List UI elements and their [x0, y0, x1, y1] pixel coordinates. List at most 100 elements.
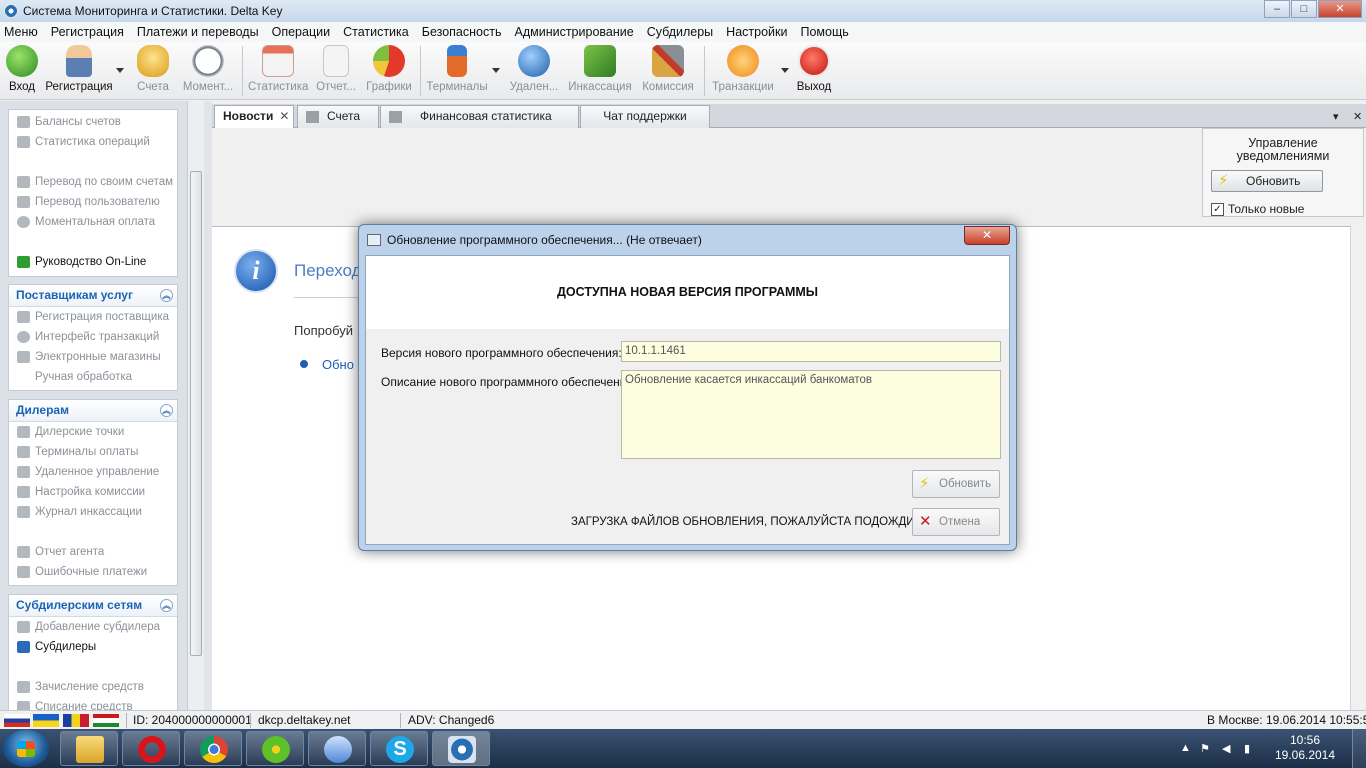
icq-flower-icon — [262, 736, 290, 763]
toolbar-separator — [420, 46, 421, 96]
start-button[interactable] — [3, 730, 49, 767]
sidebar-item-funds-credit[interactable]: Зачисление средств — [9, 677, 177, 697]
collapse-icon[interactable]: ︽ — [160, 599, 173, 612]
refresh-notifications-button[interactable]: ⚡ Обновить — [1211, 170, 1323, 192]
status-id: ID: 204000000000001 — [133, 713, 252, 727]
menu-administration[interactable]: Администрирование — [514, 25, 633, 39]
taskbar-explorer[interactable] — [60, 731, 118, 766]
collapse-icon[interactable]: ︽ — [160, 404, 173, 417]
sidebar-item-user-transfer[interactable]: Перевод пользователю — [9, 192, 177, 212]
reports-button[interactable]: Отчет... — [314, 45, 358, 99]
menu-settings[interactable]: Настройки — [726, 25, 787, 39]
momentary-payment-button[interactable]: Момент... — [182, 45, 234, 99]
sidebar-item-error-payments[interactable]: Ошибочные платежи — [9, 562, 177, 582]
sidebar-item-subdealers[interactable]: Субдилеры — [9, 637, 177, 657]
menu-help[interactable]: Помощь — [800, 25, 848, 39]
tab-support-chat[interactable]: Чат поддержки — [580, 105, 710, 128]
menu-operations[interactable]: Операции — [272, 25, 330, 39]
exit-button[interactable]: Выход — [794, 45, 834, 99]
volume-icon[interactable]: ◀ — [1222, 742, 1236, 755]
sidebar-scrollbar[interactable] — [187, 101, 204, 710]
registration-dropdown-icon[interactable] — [116, 68, 124, 73]
sidebar-item-funds-debit[interactable]: Списание средств — [9, 697, 177, 710]
sidebar-item-e-shops[interactable]: Электронные магазины — [9, 347, 177, 367]
sidebar-item-account-balances[interactable]: Балансы счетов — [9, 112, 177, 132]
dialog-close-button[interactable]: ✕ — [964, 226, 1010, 245]
maximize-button[interactable]: □ — [1291, 0, 1317, 18]
close-all-tabs-icon[interactable]: ✕ — [1353, 110, 1362, 123]
menu-main[interactable]: Меню — [4, 25, 38, 39]
menu-security[interactable]: Безопасность — [422, 25, 502, 39]
taskbar-app-psi[interactable] — [308, 731, 366, 766]
tab-menu-dropdown-icon[interactable]: ▾ — [1333, 110, 1339, 123]
cancel-button[interactable]: ✕ Отмена — [912, 508, 1000, 536]
clock-date: 19.06.2014 — [1274, 748, 1336, 762]
sidebar-scroll-thumb[interactable] — [190, 171, 202, 656]
clock[interactable]: 10:56 19.06.2014 — [1270, 733, 1340, 763]
status-bar: ID: 204000000000001 dkcp.deltakey.net AD… — [0, 710, 1366, 729]
russia-flag-icon[interactable] — [4, 714, 30, 727]
tab-news[interactable]: Новости ✕ — [214, 105, 294, 129]
content-scrollbar[interactable] — [1350, 226, 1366, 710]
show-hidden-icons[interactable]: ▲ — [1180, 742, 1194, 754]
taskbar-opera[interactable] — [122, 731, 180, 766]
show-desktop-button[interactable] — [1352, 729, 1366, 768]
terminals-button[interactable]: Терминалы — [426, 45, 488, 99]
close-tab-icon[interactable]: ✕ — [279, 109, 289, 123]
terminals-dropdown-icon[interactable] — [492, 68, 500, 73]
update-link[interactable]: Обно — [322, 357, 354, 372]
sidebar-item-dealer-points[interactable]: Дилерские точки — [9, 422, 177, 442]
network-icon[interactable]: ▮ — [1244, 742, 1258, 755]
transactions-button[interactable]: Транзакции — [710, 45, 776, 99]
flag-icon[interactable]: ⚑ — [1200, 742, 1214, 755]
sidebar-item-remote-control[interactable]: Удаленное управление — [9, 462, 177, 482]
statistics-button[interactable]: Статистика — [248, 45, 308, 99]
sidebar-item-provider-registration[interactable]: Регистрация поставщика — [9, 307, 177, 327]
remote-control-button[interactable]: Удален... — [508, 45, 560, 99]
version-field[interactable]: 10.1.1.1461 — [621, 341, 1001, 362]
menu-statistics[interactable]: Статистика — [343, 25, 409, 39]
sidebar-item-add-subdealer[interactable]: Добавление субдилера — [9, 617, 177, 637]
sidebar-item-collection-log[interactable]: Журнал инкассации — [9, 502, 177, 522]
sidebar-item-agent-report[interactable]: Отчет агента — [9, 542, 177, 562]
commission-button[interactable]: Комиссия — [640, 45, 696, 99]
collection-button[interactable]: Инкассация — [568, 45, 632, 99]
only-new-checkbox[interactable]: ✓ Только новые — [1211, 202, 1304, 216]
login-button[interactable]: Вход — [4, 45, 40, 99]
tajikistan-flag-icon[interactable] — [93, 714, 119, 727]
taskbar-deltakey[interactable] — [432, 731, 490, 766]
moldova-flag-icon[interactable] — [63, 714, 89, 727]
tab-financial-statistics[interactable]: Финансовая статистика — [380, 105, 579, 128]
tab-accounts[interactable]: Счета — [297, 105, 379, 128]
sidebar-item-manual-processing[interactable]: Ручная обработка — [9, 367, 177, 387]
menu-registration[interactable]: Регистрация — [51, 25, 124, 39]
description-field[interactable]: Обновление касается инкассаций банкомато… — [621, 370, 1001, 459]
registration-button[interactable]: Регистрация — [44, 45, 114, 99]
sidebar-item-instant-payment[interactable]: Моментальная оплата — [9, 212, 177, 232]
menu-payments[interactable]: Платежи и переводы — [137, 25, 259, 39]
charts-button[interactable]: Графики — [366, 45, 412, 99]
sidebar-item-transaction-interface[interactable]: Интерфейс транзакций — [9, 327, 177, 347]
sidebar-splitter[interactable] — [204, 101, 212, 710]
clock-icon — [192, 45, 224, 77]
taskbar-icq[interactable] — [246, 731, 304, 766]
sidebar-item-operations-statistics[interactable]: Статистика операций — [9, 132, 177, 152]
ukraine-flag-icon[interactable] — [33, 714, 59, 727]
minimize-button[interactable]: – — [1264, 0, 1290, 18]
taskbar-chrome[interactable] — [184, 731, 242, 766]
sidebar-item-own-transfer[interactable]: Перевод по своим счетам — [9, 172, 177, 192]
accounts-button[interactable]: Счета — [134, 45, 172, 99]
sidebar-item-commission-settings[interactable]: Настройка комиссии — [9, 482, 177, 502]
percent-icon — [17, 486, 30, 498]
close-window-button[interactable]: ✕ — [1318, 0, 1362, 18]
sidebar-item-payment-terminals[interactable]: Терминалы оплаты — [9, 442, 177, 462]
stats-tab-icon — [389, 110, 402, 123]
window-icon — [367, 234, 381, 246]
collapse-icon[interactable]: ︽ — [160, 289, 173, 302]
transactions-dropdown-icon[interactable] — [781, 68, 789, 73]
sidebar-item-online-guide[interactable]: Руководство On-Line — [9, 252, 177, 272]
update-button[interactable]: ⚡ Обновить — [912, 470, 1000, 498]
description-label: Описание нового программного обеспечения… — [381, 375, 637, 389]
menu-subdealers[interactable]: Субдилеры — [647, 25, 713, 39]
taskbar-skype[interactable]: S — [370, 731, 428, 766]
